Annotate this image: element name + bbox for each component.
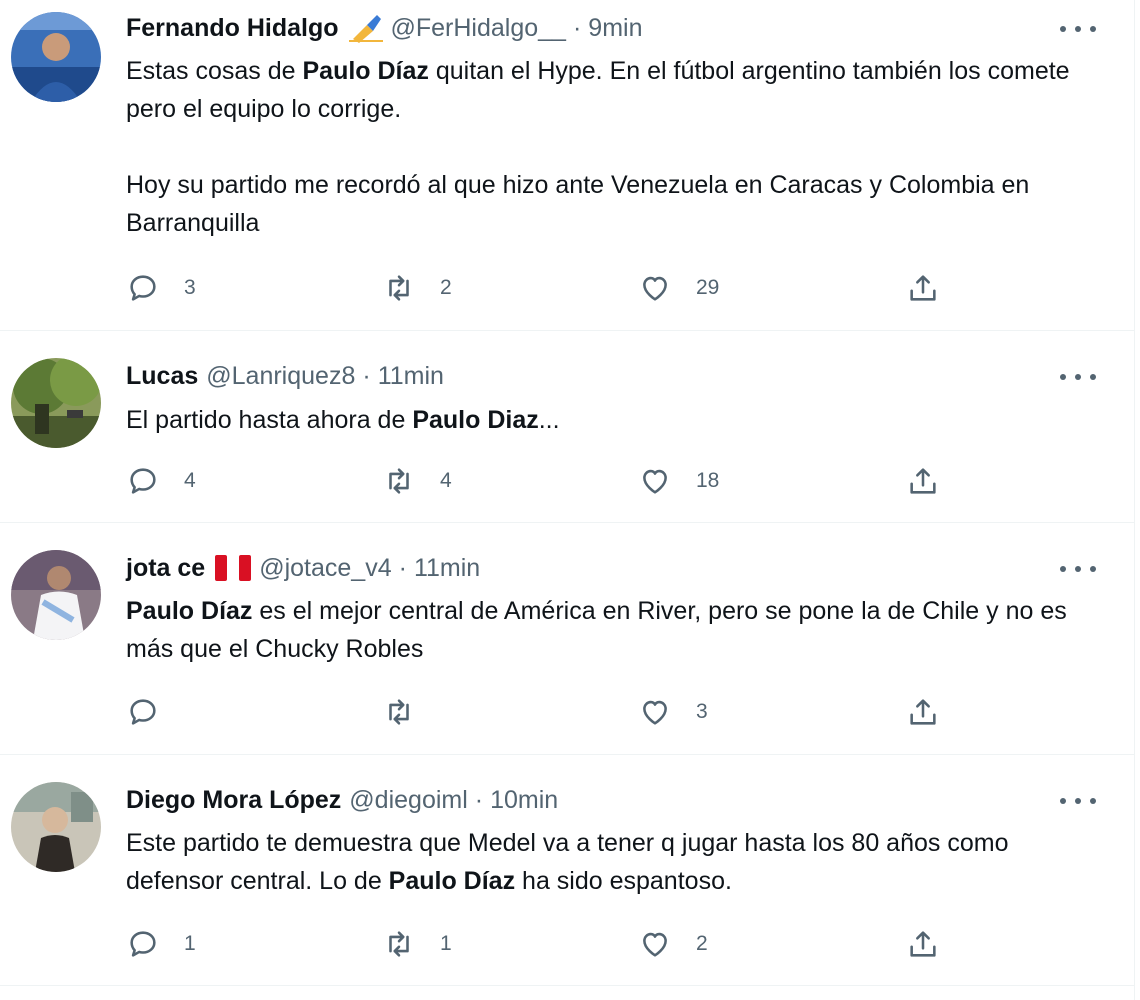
reply-icon [130, 931, 156, 957]
share-icon [910, 699, 936, 725]
heart-icon [643, 276, 667, 301]
share-icon [910, 275, 936, 301]
display-name[interactable]: Lucas [126, 362, 198, 391]
separator-dot: · [572, 13, 582, 42]
timestamp[interactable]: 9min [588, 14, 642, 43]
retweet-count: 1 [440, 932, 452, 955]
avatar[interactable] [11, 550, 101, 640]
share-button[interactable] [906, 926, 940, 962]
avatar[interactable] [11, 12, 101, 102]
share-button[interactable] [906, 270, 940, 306]
tweet-header: jota ce @jotace_v4 · 11min [126, 551, 480, 585]
mention-bold: Paulo Díaz [126, 597, 253, 625]
user-handle[interactable]: @FerHidalgo__ [391, 14, 566, 43]
retweet-button[interactable]: 2 [382, 270, 452, 306]
retweet-button[interactable]: 1 [382, 926, 452, 962]
mention-bold: Paulo Diaz [412, 406, 539, 434]
separator-dot: · [398, 553, 407, 582]
tweet-text: El partido hasta ahora de Paulo Diaz... [126, 406, 560, 434]
more-horizontal-icon[interactable] [1060, 791, 1096, 811]
like-button[interactable]: 2 [638, 926, 708, 962]
like-count: 2 [696, 932, 708, 955]
user-handle[interactable]: @Lanriquez8 [206, 362, 355, 391]
timestamp[interactable]: 11min [378, 362, 444, 391]
user-handle[interactable]: @diegoiml [349, 786, 467, 815]
tweet-actions: 3 2 29 [126, 270, 986, 306]
tweet-feed: Fernando Hidalgo @FerHidalgo__ · 9min Es… [0, 0, 1135, 1000]
retweet-count: 2 [440, 276, 452, 299]
reply-button[interactable]: 3 [126, 270, 196, 306]
heart-icon [643, 932, 667, 957]
tweet[interactable]: Diego Mora López @diegoiml · 10min Este … [0, 755, 1134, 986]
like-count: 18 [696, 469, 720, 492]
reply-icon [130, 699, 156, 725]
more-horizontal-icon[interactable] [1060, 559, 1096, 579]
timestamp[interactable]: 10min [490, 786, 558, 815]
tweet-actions: 3 [126, 694, 986, 730]
more-horizontal-icon[interactable] [1060, 367, 1096, 387]
display-name[interactable]: Diego Mora López [126, 786, 341, 815]
reply-count: 3 [184, 276, 196, 299]
writing-hand-emoji-icon [348, 13, 383, 43]
heart-icon [643, 700, 667, 725]
retweet-button[interactable] [382, 694, 440, 730]
like-button[interactable]: 3 [638, 694, 708, 730]
reply-count: 1 [184, 932, 196, 955]
retweet-icon [389, 699, 409, 725]
display-name[interactable]: jota ce [126, 554, 205, 583]
tweet[interactable]: Lucas @Lanriquez8 · 11min El partido has… [0, 331, 1134, 523]
share-button[interactable] [906, 463, 940, 499]
reply-button[interactable]: 1 [126, 926, 196, 962]
mention-bold: Paulo Díaz [302, 57, 429, 85]
display-name[interactable]: Fernando Hidalgo [126, 14, 339, 43]
tweet-header: Fernando Hidalgo @FerHidalgo__ · 9min [126, 11, 642, 45]
mention-bold: Paulo Díaz [388, 867, 516, 895]
tweet-header: Diego Mora López @diegoiml · 10min [126, 783, 558, 817]
reply-icon [130, 275, 156, 301]
tweet-text: Estas cosas de Paulo Díaz quitan el Hype… [126, 57, 1070, 237]
tweet-text: Este partido te demuestra que Medel va a… [126, 829, 1009, 895]
retweet-icon [389, 931, 409, 957]
like-count: 29 [696, 276, 720, 299]
retweet-icon [389, 275, 409, 301]
separator-dot: · [362, 361, 371, 390]
avatar[interactable] [11, 782, 101, 872]
tweet[interactable]: jota ce @jotace_v4 · 11min Paulo Díaz es… [0, 523, 1134, 755]
tweet-actions: 1 1 2 [126, 926, 986, 962]
more-horizontal-icon[interactable] [1060, 19, 1096, 39]
tweet-text: Paulo Díaz es el mejor central de Améric… [126, 597, 1067, 663]
tweet[interactable]: Fernando Hidalgo @FerHidalgo__ · 9min Es… [0, 0, 1134, 331]
reply-button[interactable] [126, 694, 184, 730]
share-button[interactable] [906, 694, 940, 730]
avatar[interactable] [11, 358, 101, 448]
user-handle[interactable]: @jotace_v4 [259, 554, 391, 583]
share-icon [910, 931, 936, 957]
retweet-icon [389, 468, 409, 494]
like-count: 3 [696, 700, 708, 723]
reply-button[interactable]: 4 [126, 463, 196, 499]
retweet-count: 4 [440, 469, 452, 492]
retweet-button[interactable]: 4 [382, 463, 452, 499]
share-icon [910, 468, 936, 494]
reply-icon [130, 468, 156, 494]
peru-flag-icon [215, 555, 252, 581]
tweet-header: Lucas @Lanriquez8 · 11min [126, 359, 444, 393]
like-button[interactable]: 29 [638, 270, 719, 306]
like-button[interactable]: 18 [638, 463, 719, 499]
reply-count: 4 [184, 469, 196, 492]
tweet-actions: 4 4 18 [126, 463, 986, 499]
timestamp[interactable]: 11min [414, 554, 480, 583]
heart-icon [643, 469, 667, 494]
separator-dot: · [474, 785, 484, 814]
